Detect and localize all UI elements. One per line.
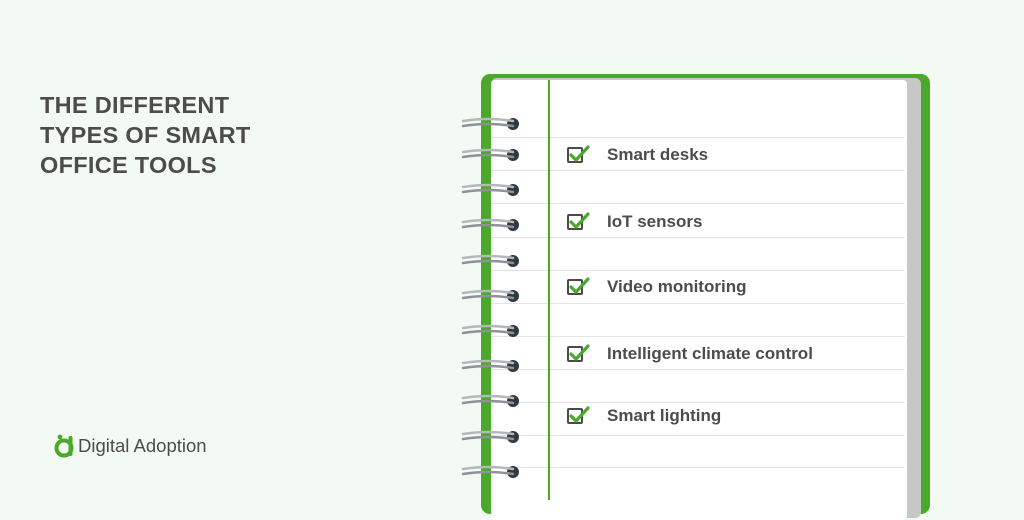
ruled-line [491, 237, 905, 238]
checkmark-icon [569, 406, 590, 423]
list-item: Video monitoring [567, 275, 746, 299]
spiral-ring-icon [461, 183, 519, 196]
ruled-line [491, 369, 905, 370]
list-item-label: Smart lighting [607, 406, 722, 425]
list-item: Smart desks [567, 143, 708, 167]
checkmark-icon [569, 212, 590, 229]
ruled-line [491, 170, 905, 171]
digital-adoption-logo-icon [54, 434, 74, 458]
spiral-ring-icon [461, 465, 519, 478]
margin-line [548, 80, 550, 500]
title-line-3: OFFICE TOOLS [40, 152, 217, 178]
spiral-ring-icon [461, 148, 519, 161]
brand-logo: Digital Adoption [54, 431, 207, 461]
spiral-ring-icon [461, 324, 519, 337]
title-line-1: THE DIFFERENT [40, 92, 230, 118]
ruled-line [491, 467, 905, 468]
spiral-ring-icon [461, 430, 519, 443]
page-title: THE DIFFERENT TYPES OF SMART OFFICE TOOL… [40, 90, 251, 180]
title-line-2: TYPES OF SMART [40, 122, 251, 148]
checkbox[interactable] [567, 406, 590, 424]
checkbox[interactable] [567, 277, 590, 295]
ruled-line [491, 270, 905, 271]
checkbox[interactable] [567, 212, 590, 230]
checkmark-icon [569, 145, 590, 162]
ruled-line [491, 336, 905, 337]
spiral-ring-icon [461, 359, 519, 372]
checkbox[interactable] [567, 145, 590, 163]
list-item: IoT sensors [567, 210, 702, 234]
list-item-label: Video monitoring [607, 277, 747, 296]
ruled-line [491, 435, 905, 436]
spiral-ring-icon [461, 289, 519, 302]
ruled-line [491, 303, 905, 304]
list-item: Intelligent climate control [567, 342, 813, 366]
list-item-label: Intelligent climate control [607, 344, 813, 363]
checkmark-icon [569, 344, 590, 361]
checkmark-icon [569, 277, 590, 294]
spiral-ring-icon [461, 394, 519, 407]
brand-name: Digital Adoption [78, 435, 207, 456]
ruled-line [491, 203, 905, 204]
list-item: Smart lighting [567, 404, 721, 428]
list-item-label: Smart desks [607, 145, 709, 164]
ruled-line [491, 402, 905, 403]
checkbox[interactable] [567, 344, 590, 362]
list-item-label: IoT sensors [607, 212, 703, 231]
ruled-line [491, 137, 905, 138]
spiral-ring-icon [461, 218, 519, 231]
spiral-ring-icon [461, 254, 519, 267]
spiral-ring-icon [461, 117, 519, 130]
